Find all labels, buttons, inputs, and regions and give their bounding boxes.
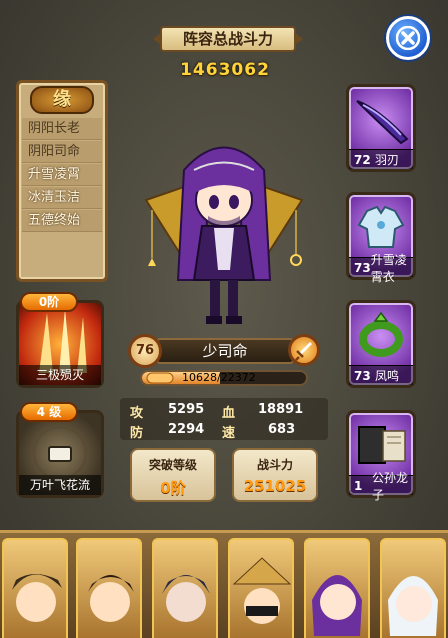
skill-grade-badge: 0阶 [20, 292, 78, 312]
attack-value: 5295 [168, 402, 205, 417]
defense-value: 2294 [168, 422, 205, 437]
speed-value: 683 [268, 422, 296, 437]
exp-text: 10628/22372 [182, 371, 256, 384]
roster-hero-card-selected[interactable] [304, 538, 370, 638]
breakthrough-box[interactable]: 突破等级 0阶 [130, 448, 216, 502]
roster-hero-card[interactable] [2, 538, 68, 638]
equipment-name: 公孙龙子 [371, 470, 408, 502]
exp-icon [146, 370, 176, 392]
team-total-power: 1463062 [180, 60, 270, 80]
skill-slot[interactable]: 万叶飞花流 [16, 410, 104, 498]
equipment-slot-armor[interactable]: 73 升雪凌霄衣 [346, 192, 416, 284]
close-icon [396, 26, 420, 50]
sword-icon [295, 342, 312, 361]
fate-item[interactable]: 五德终始 [22, 210, 102, 232]
roster-hero-card[interactable] [152, 538, 218, 638]
close-button[interactable] [386, 16, 430, 60]
breakthrough-value: 0阶 [160, 479, 186, 497]
hero-avatar-icon [88, 575, 134, 622]
fate-item[interactable]: 升雪凌霄 [22, 164, 102, 186]
fate-item[interactable]: 阴阳司命 [22, 141, 102, 163]
skill-slot[interactable]: 三极殒灭 [16, 300, 104, 388]
hero-avatar-icon [232, 557, 292, 624]
roster-hero-card[interactable] [380, 538, 446, 638]
hero-name: 少司命 [156, 338, 294, 364]
hero-avatar-icon [162, 575, 210, 622]
power-title: 战斗力 [256, 458, 293, 472]
equipment-slot-accessory[interactable]: 73 凤鸣 [346, 300, 416, 388]
hero-level-badge: 76 [128, 334, 162, 368]
equipment-name: 羽刃 [375, 153, 400, 167]
hp-value: 18891 [258, 402, 304, 417]
equipment-name: 升雪凌霄衣 [370, 252, 407, 284]
hero-avatar-icon [12, 574, 62, 622]
speed-label: 速 [222, 426, 236, 441]
team-power-title: 阵容总战斗力 [160, 26, 296, 52]
power-box: 战斗力 251025 [232, 448, 318, 502]
breakthrough-title: 突破等级 [148, 458, 197, 472]
dagger-icon [356, 100, 409, 145]
skill-level-badge: 4 级 [20, 402, 78, 422]
weapon-type-badge [288, 334, 320, 366]
hero-portrait[interactable] [144, 130, 304, 330]
equipment-name: 凤鸣 [375, 369, 400, 383]
hero-figure-icon [144, 146, 304, 324]
equipment-level: 1 [354, 478, 363, 493]
equipment-level: 73 [354, 260, 371, 275]
equipment-slot-book[interactable]: 1 公孙龙子 [346, 410, 416, 502]
fate-item[interactable]: 冰清玉洁 [22, 187, 102, 209]
hero-avatar-icon [312, 575, 362, 636]
book-icon [358, 426, 406, 464]
defense-label: 防 [130, 426, 144, 441]
attack-label: 攻 [130, 406, 144, 421]
equipment-slot-weapon[interactable]: 72 羽刃 [346, 84, 416, 172]
fate-badge: 缘 [30, 86, 94, 114]
hero-avatar-icon [388, 576, 438, 636]
power-value: 251025 [243, 477, 307, 495]
jade-ring-icon [359, 311, 403, 357]
armor-icon [357, 205, 405, 248]
roster-hero-card[interactable] [228, 538, 294, 638]
skill-name: 万叶飞花流 [19, 475, 101, 495]
equipment-level: 72 [354, 152, 371, 167]
hp-label: 血 [222, 406, 236, 421]
equipment-level: 73 [354, 368, 371, 383]
fate-item[interactable]: 阴阳长老 [22, 118, 102, 140]
skill-name: 三极殒灭 [19, 365, 101, 385]
roster-hero-card[interactable] [76, 538, 142, 638]
